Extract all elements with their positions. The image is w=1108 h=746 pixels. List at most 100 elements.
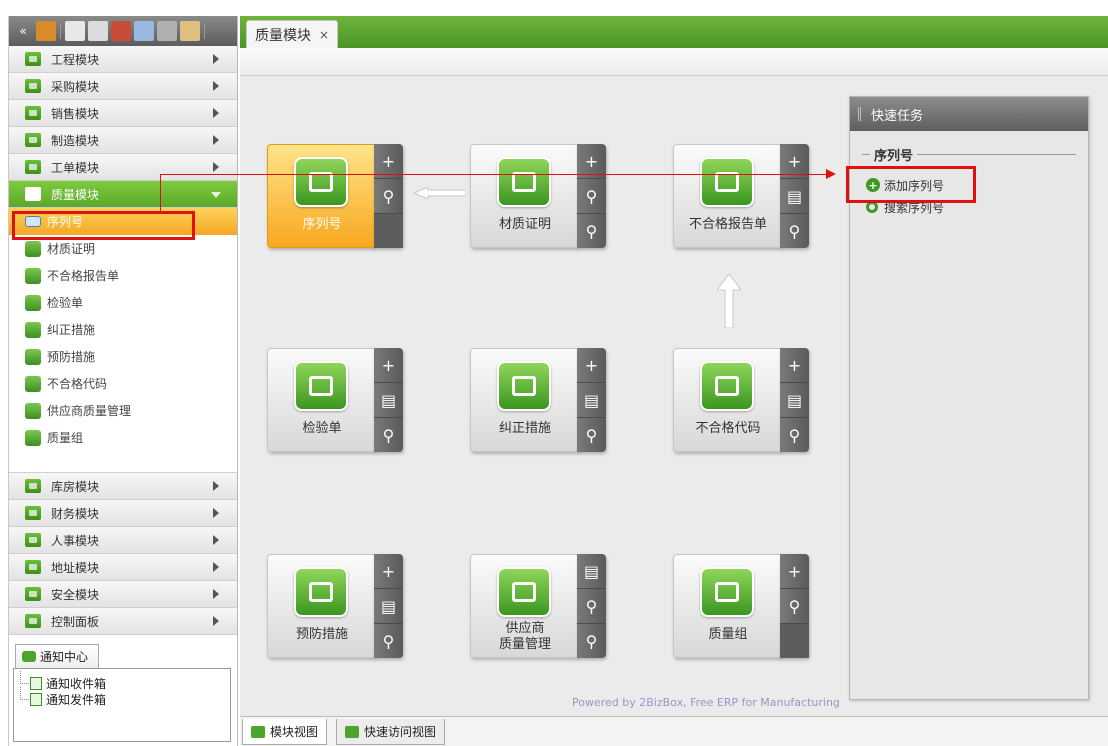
module-hr[interactable]: 人事模块 [9, 527, 237, 554]
card-corrective-action: 纠正措施 + ▤ ⚲ [470, 348, 606, 452]
certificate-icon [25, 240, 41, 257]
module-engineering[interactable]: 工程模块 [9, 46, 237, 73]
module-purchasing[interactable]: 采购模块 [9, 73, 237, 100]
add-icon[interactable]: + [374, 554, 403, 589]
notice-item-label: 通知发件箱 [46, 692, 107, 707]
tab-label: 模块视图 [270, 725, 319, 739]
card-actions: + ▤ ⚲ [780, 144, 809, 248]
card-corrective-action-body[interactable]: 纠正措施 [470, 348, 578, 452]
settings-icon[interactable] [157, 21, 177, 41]
search-icon[interactable]: ⚲ [374, 418, 403, 452]
module-manufacturing[interactable]: 制造模块 [9, 127, 237, 154]
home-icon[interactable] [180, 21, 200, 41]
search-icon[interactable]: ⚲ [780, 589, 809, 624]
chat-bubble-icon [22, 651, 36, 662]
notice-inbox[interactable]: 通知收件箱 [18, 671, 226, 691]
module-work-order[interactable]: 工单模块 [9, 154, 237, 181]
sidebar-item-inspection[interactable]: 检验单 [9, 289, 237, 316]
annotation-line [160, 174, 161, 212]
module-control-panel[interactable]: 控制面板 [9, 608, 237, 635]
card-material-cert-body[interactable]: 材质证明 [470, 144, 578, 248]
annotation-line [160, 174, 828, 175]
module-label: 工单模块 [51, 160, 100, 175]
add-icon[interactable]: + [374, 348, 403, 383]
sidebar-item-nonconformance-code[interactable]: 不合格代码 [9, 370, 237, 397]
certificate-icon [497, 157, 551, 207]
module-finance[interactable]: 财务模块 [9, 500, 237, 527]
corrective-action-icon [25, 321, 41, 338]
sidebar-item-label: 不合格报告单 [47, 269, 120, 283]
search-icon[interactable]: ⚲ [780, 418, 809, 452]
notice-tab-label: 通知中心 [40, 650, 89, 664]
sidebar-item-label: 检验单 [47, 296, 84, 310]
flow-arrow-up-icon [717, 274, 741, 328]
inspection-icon [294, 361, 348, 411]
module-icon [25, 614, 41, 628]
card-material-cert: 材质证明 + ⚲ ⚲ [470, 144, 606, 248]
search-icon[interactable]: ⚲ [577, 589, 606, 624]
document-tab-bar: 质量模块 × [240, 16, 1108, 48]
report-icon[interactable]: ▤ [374, 383, 403, 418]
report-icon[interactable]: ▤ [780, 179, 809, 214]
users-icon[interactable] [36, 21, 56, 41]
mail-icon[interactable] [65, 21, 85, 41]
search-icon[interactable]: ⚲ [577, 624, 606, 658]
card-quality-group-body[interactable]: 质量组 [673, 554, 781, 658]
window-icon[interactable] [134, 21, 154, 41]
notice-outbox[interactable]: 通知发件箱 [18, 687, 226, 707]
tab-module-view[interactable]: 模块视图 [242, 719, 328, 745]
tab-label: 质量模块 [255, 27, 311, 44]
sidebar-item-corrective-action[interactable]: 纠正措施 [9, 316, 237, 343]
quality-group-icon [25, 429, 41, 446]
grip-icon [858, 107, 861, 121]
module-sales[interactable]: 销售模块 [9, 100, 237, 127]
add-icon[interactable]: + [577, 348, 606, 383]
quick-tasks-section: 序列号 [862, 145, 1076, 164]
module-icon [25, 79, 41, 93]
tab-quick-access-view[interactable]: 快速访问视图 [336, 719, 446, 745]
sidebar-item-supplier-quality[interactable]: 供应商质量管理 [9, 397, 237, 424]
sidebar-item-label: 材质证明 [47, 242, 96, 256]
close-icon[interactable]: × [319, 28, 329, 42]
report-icon[interactable]: ▤ [374, 589, 403, 624]
module-quality[interactable]: 质量模块 [9, 181, 237, 208]
sidebar-item-nonconformance-report[interactable]: 不合格报告单 [9, 262, 237, 289]
card-supplier-quality-body[interactable]: 供应商 质量管理 [470, 554, 578, 658]
card-inspection-body[interactable]: 检验单 [267, 348, 375, 452]
add-icon[interactable]: + [780, 348, 809, 383]
card-nonconformance-report-body[interactable]: 不合格报告单 [673, 144, 781, 248]
collapse-icon[interactable]: « [13, 21, 33, 41]
module-label: 库房模块 [51, 479, 100, 494]
add-icon[interactable]: + [780, 554, 809, 589]
card-inspection: 检验单 + ▤ ⚲ [267, 348, 403, 452]
search-icon[interactable]: ⚲ [374, 624, 403, 658]
card-label: 序列号 [302, 217, 342, 232]
card-nonconformance-code-body[interactable]: 不合格代码 [673, 348, 781, 452]
sidebar-item-preventive-action[interactable]: 预防措施 [9, 343, 237, 370]
expand-arrow-icon [213, 162, 219, 172]
report-icon[interactable]: ▤ [577, 383, 606, 418]
preventive-action-icon [25, 348, 41, 365]
module-security[interactable]: 安全模块 [9, 581, 237, 608]
search-icon[interactable]: ⚲ [577, 179, 606, 214]
search-icon[interactable]: ⚲ [577, 214, 606, 248]
report-icon[interactable]: ▤ [780, 383, 809, 418]
module-address[interactable]: 地址模块 [9, 554, 237, 581]
annotation-arrowhead-icon [826, 169, 836, 179]
report-icon[interactable]: ▤ [577, 554, 606, 589]
card-serial-number-body[interactable]: 序列号 [267, 144, 375, 248]
chart-icon[interactable] [111, 21, 131, 41]
tab-quality-module[interactable]: 质量模块 × [246, 20, 339, 48]
sidebar-item-label: 纠正措施 [47, 323, 96, 337]
document-icon[interactable] [88, 21, 108, 41]
card-preventive-action-body[interactable]: 预防措施 [267, 554, 375, 658]
search-icon[interactable]: ⚲ [577, 418, 606, 452]
sidebar-item-quality-group[interactable]: 质量组 [9, 424, 237, 451]
search-icon[interactable]: ⚲ [780, 214, 809, 248]
tab-notification-center[interactable]: 通知中心 [15, 644, 100, 668]
search-icon[interactable]: ⚲ [374, 179, 403, 214]
tab-label: 快速访问视图 [364, 725, 437, 739]
card-quality-group: 质量组 + ⚲ [673, 554, 809, 658]
nonconformance-code-icon [700, 361, 754, 411]
module-warehouse[interactable]: 库房模块 [9, 473, 237, 500]
